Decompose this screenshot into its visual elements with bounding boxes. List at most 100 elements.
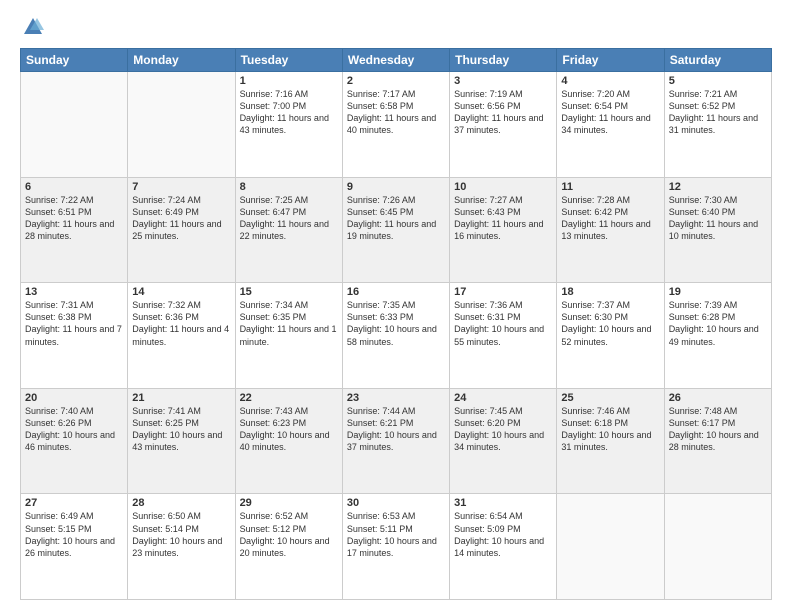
calendar-header-thursday: Thursday <box>450 49 557 72</box>
logo <box>20 16 44 38</box>
calendar-header-tuesday: Tuesday <box>235 49 342 72</box>
day-number: 23 <box>347 392 445 404</box>
day-number: 12 <box>669 181 767 193</box>
page: SundayMondayTuesdayWednesdayThursdayFrid… <box>0 0 792 612</box>
table-row: 8Sunrise: 7:25 AM Sunset: 6:47 PM Daylig… <box>235 177 342 283</box>
table-row: 28Sunrise: 6:50 AM Sunset: 5:14 PM Dayli… <box>128 494 235 600</box>
calendar-week-row: 20Sunrise: 7:40 AM Sunset: 6:26 PM Dayli… <box>21 388 772 494</box>
table-row: 18Sunrise: 7:37 AM Sunset: 6:30 PM Dayli… <box>557 283 664 389</box>
day-info: Sunrise: 7:17 AM Sunset: 6:58 PM Dayligh… <box>347 88 445 137</box>
day-number: 18 <box>561 286 659 298</box>
day-number: 21 <box>132 392 230 404</box>
day-info: Sunrise: 7:21 AM Sunset: 6:52 PM Dayligh… <box>669 88 767 137</box>
table-row: 11Sunrise: 7:28 AM Sunset: 6:42 PM Dayli… <box>557 177 664 283</box>
day-number: 20 <box>25 392 123 404</box>
day-number: 24 <box>454 392 552 404</box>
table-row: 17Sunrise: 7:36 AM Sunset: 6:31 PM Dayli… <box>450 283 557 389</box>
calendar-week-row: 1Sunrise: 7:16 AM Sunset: 7:00 PM Daylig… <box>21 72 772 178</box>
day-number: 8 <box>240 181 338 193</box>
day-info: Sunrise: 7:20 AM Sunset: 6:54 PM Dayligh… <box>561 88 659 137</box>
day-info: Sunrise: 6:50 AM Sunset: 5:14 PM Dayligh… <box>132 510 230 559</box>
day-number: 5 <box>669 75 767 87</box>
table-row <box>128 72 235 178</box>
calendar-header-saturday: Saturday <box>664 49 771 72</box>
day-number: 31 <box>454 497 552 509</box>
day-info: Sunrise: 7:30 AM Sunset: 6:40 PM Dayligh… <box>669 194 767 243</box>
table-row: 3Sunrise: 7:19 AM Sunset: 6:56 PM Daylig… <box>450 72 557 178</box>
day-number: 2 <box>347 75 445 87</box>
day-number: 27 <box>25 497 123 509</box>
day-info: Sunrise: 7:16 AM Sunset: 7:00 PM Dayligh… <box>240 88 338 137</box>
day-info: Sunrise: 6:52 AM Sunset: 5:12 PM Dayligh… <box>240 510 338 559</box>
day-info: Sunrise: 7:28 AM Sunset: 6:42 PM Dayligh… <box>561 194 659 243</box>
day-number: 28 <box>132 497 230 509</box>
table-row: 20Sunrise: 7:40 AM Sunset: 6:26 PM Dayli… <box>21 388 128 494</box>
table-row: 15Sunrise: 7:34 AM Sunset: 6:35 PM Dayli… <box>235 283 342 389</box>
day-number: 9 <box>347 181 445 193</box>
table-row <box>21 72 128 178</box>
day-number: 16 <box>347 286 445 298</box>
day-info: Sunrise: 7:27 AM Sunset: 6:43 PM Dayligh… <box>454 194 552 243</box>
calendar-week-row: 13Sunrise: 7:31 AM Sunset: 6:38 PM Dayli… <box>21 283 772 389</box>
day-number: 7 <box>132 181 230 193</box>
table-row <box>557 494 664 600</box>
table-row: 1Sunrise: 7:16 AM Sunset: 7:00 PM Daylig… <box>235 72 342 178</box>
table-row: 29Sunrise: 6:52 AM Sunset: 5:12 PM Dayli… <box>235 494 342 600</box>
day-info: Sunrise: 6:54 AM Sunset: 5:09 PM Dayligh… <box>454 510 552 559</box>
calendar-header-friday: Friday <box>557 49 664 72</box>
table-row: 5Sunrise: 7:21 AM Sunset: 6:52 PM Daylig… <box>664 72 771 178</box>
day-number: 1 <box>240 75 338 87</box>
day-number: 26 <box>669 392 767 404</box>
day-number: 15 <box>240 286 338 298</box>
table-row: 9Sunrise: 7:26 AM Sunset: 6:45 PM Daylig… <box>342 177 449 283</box>
day-info: Sunrise: 7:34 AM Sunset: 6:35 PM Dayligh… <box>240 299 338 348</box>
table-row: 6Sunrise: 7:22 AM Sunset: 6:51 PM Daylig… <box>21 177 128 283</box>
day-number: 3 <box>454 75 552 87</box>
day-info: Sunrise: 7:46 AM Sunset: 6:18 PM Dayligh… <box>561 405 659 454</box>
day-number: 25 <box>561 392 659 404</box>
day-number: 6 <box>25 181 123 193</box>
calendar-header-wednesday: Wednesday <box>342 49 449 72</box>
day-info: Sunrise: 7:39 AM Sunset: 6:28 PM Dayligh… <box>669 299 767 348</box>
calendar-header-monday: Monday <box>128 49 235 72</box>
day-info: Sunrise: 7:43 AM Sunset: 6:23 PM Dayligh… <box>240 405 338 454</box>
table-row: 31Sunrise: 6:54 AM Sunset: 5:09 PM Dayli… <box>450 494 557 600</box>
day-info: Sunrise: 7:40 AM Sunset: 6:26 PM Dayligh… <box>25 405 123 454</box>
day-number: 19 <box>669 286 767 298</box>
table-row: 19Sunrise: 7:39 AM Sunset: 6:28 PM Dayli… <box>664 283 771 389</box>
table-row: 22Sunrise: 7:43 AM Sunset: 6:23 PM Dayli… <box>235 388 342 494</box>
day-info: Sunrise: 6:53 AM Sunset: 5:11 PM Dayligh… <box>347 510 445 559</box>
logo-icon <box>22 16 44 38</box>
day-info: Sunrise: 7:32 AM Sunset: 6:36 PM Dayligh… <box>132 299 230 348</box>
table-row: 13Sunrise: 7:31 AM Sunset: 6:38 PM Dayli… <box>21 283 128 389</box>
table-row: 24Sunrise: 7:45 AM Sunset: 6:20 PM Dayli… <box>450 388 557 494</box>
calendar-week-row: 6Sunrise: 7:22 AM Sunset: 6:51 PM Daylig… <box>21 177 772 283</box>
table-row: 7Sunrise: 7:24 AM Sunset: 6:49 PM Daylig… <box>128 177 235 283</box>
header <box>20 16 772 38</box>
day-info: Sunrise: 7:22 AM Sunset: 6:51 PM Dayligh… <box>25 194 123 243</box>
table-row: 21Sunrise: 7:41 AM Sunset: 6:25 PM Dayli… <box>128 388 235 494</box>
table-row: 25Sunrise: 7:46 AM Sunset: 6:18 PM Dayli… <box>557 388 664 494</box>
table-row: 16Sunrise: 7:35 AM Sunset: 6:33 PM Dayli… <box>342 283 449 389</box>
day-number: 14 <box>132 286 230 298</box>
table-row: 14Sunrise: 7:32 AM Sunset: 6:36 PM Dayli… <box>128 283 235 389</box>
day-info: Sunrise: 7:44 AM Sunset: 6:21 PM Dayligh… <box>347 405 445 454</box>
day-number: 4 <box>561 75 659 87</box>
table-row: 26Sunrise: 7:48 AM Sunset: 6:17 PM Dayli… <box>664 388 771 494</box>
calendar-header-sunday: Sunday <box>21 49 128 72</box>
table-row: 2Sunrise: 7:17 AM Sunset: 6:58 PM Daylig… <box>342 72 449 178</box>
day-info: Sunrise: 7:48 AM Sunset: 6:17 PM Dayligh… <box>669 405 767 454</box>
table-row: 27Sunrise: 6:49 AM Sunset: 5:15 PM Dayli… <box>21 494 128 600</box>
calendar-table: SundayMondayTuesdayWednesdayThursdayFrid… <box>20 48 772 600</box>
day-info: Sunrise: 7:37 AM Sunset: 6:30 PM Dayligh… <box>561 299 659 348</box>
day-number: 10 <box>454 181 552 193</box>
table-row: 23Sunrise: 7:44 AM Sunset: 6:21 PM Dayli… <box>342 388 449 494</box>
table-row: 12Sunrise: 7:30 AM Sunset: 6:40 PM Dayli… <box>664 177 771 283</box>
day-info: Sunrise: 7:45 AM Sunset: 6:20 PM Dayligh… <box>454 405 552 454</box>
day-number: 22 <box>240 392 338 404</box>
table-row <box>664 494 771 600</box>
day-info: Sunrise: 7:26 AM Sunset: 6:45 PM Dayligh… <box>347 194 445 243</box>
calendar-week-row: 27Sunrise: 6:49 AM Sunset: 5:15 PM Dayli… <box>21 494 772 600</box>
day-info: Sunrise: 7:36 AM Sunset: 6:31 PM Dayligh… <box>454 299 552 348</box>
day-info: Sunrise: 7:24 AM Sunset: 6:49 PM Dayligh… <box>132 194 230 243</box>
